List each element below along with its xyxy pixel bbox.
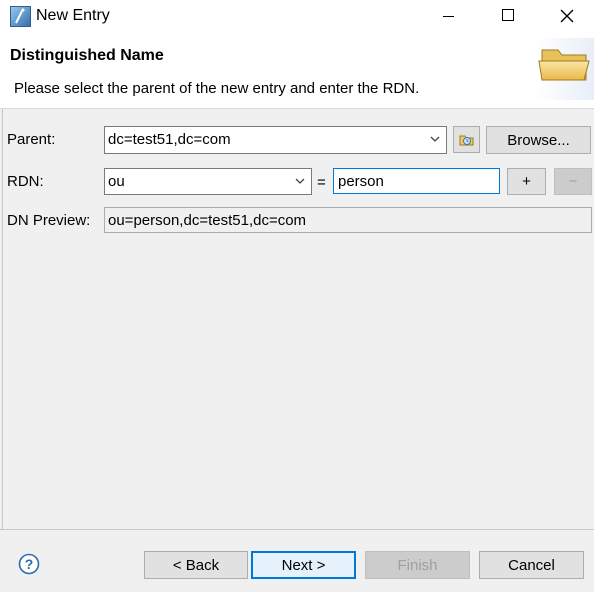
- remove-rdn-button[interactable]: −: [554, 168, 592, 195]
- folder-icon: [536, 38, 594, 100]
- minimize-icon: [443, 16, 454, 17]
- page-title: Distinguished Name: [10, 47, 164, 64]
- rdn-attribute-value: ou: [108, 173, 125, 190]
- rdn-attribute-combo[interactable]: ou: [104, 168, 312, 195]
- maximize-icon: [502, 9, 514, 21]
- chevron-down-icon: [430, 136, 440, 142]
- equals-sign: =: [317, 174, 326, 191]
- parent-label: Parent:: [7, 131, 56, 148]
- panel-border: [2, 109, 3, 529]
- page-description: Please select the parent of the new entr…: [14, 80, 420, 97]
- finish-button[interactable]: Finish: [365, 551, 470, 579]
- dn-preview-value: ou=person,dc=test51,dc=com: [108, 212, 307, 229]
- window-title: New Entry: [36, 7, 110, 24]
- cancel-button[interactable]: Cancel: [479, 551, 584, 579]
- chevron-down-icon: [295, 178, 305, 184]
- svg-text:?: ?: [25, 556, 34, 572]
- rdn-label: RDN:: [7, 173, 44, 190]
- parent-value: dc=test51,dc=com: [108, 131, 231, 148]
- history-folder-icon: [459, 135, 473, 145]
- next-button[interactable]: Next >: [251, 551, 356, 579]
- wizard-wand-icon: [10, 6, 31, 27]
- add-rdn-button[interactable]: +: [507, 168, 546, 195]
- parent-combo[interactable]: dc=test51,dc=com: [104, 126, 447, 154]
- rdn-value-input[interactable]: [333, 168, 500, 194]
- minimize-button[interactable]: [426, 0, 472, 32]
- help-icon[interactable]: ?: [18, 553, 40, 575]
- back-button[interactable]: < Back: [144, 551, 248, 579]
- dn-preview-field: ou=person,dc=test51,dc=com: [104, 207, 592, 233]
- maximize-button[interactable]: [485, 0, 531, 32]
- browse-button[interactable]: Browse...: [486, 126, 591, 154]
- parent-history-button[interactable]: [453, 126, 480, 153]
- close-icon: [560, 9, 574, 23]
- dn-preview-label: DN Preview:: [7, 212, 91, 229]
- close-button[interactable]: [544, 0, 590, 32]
